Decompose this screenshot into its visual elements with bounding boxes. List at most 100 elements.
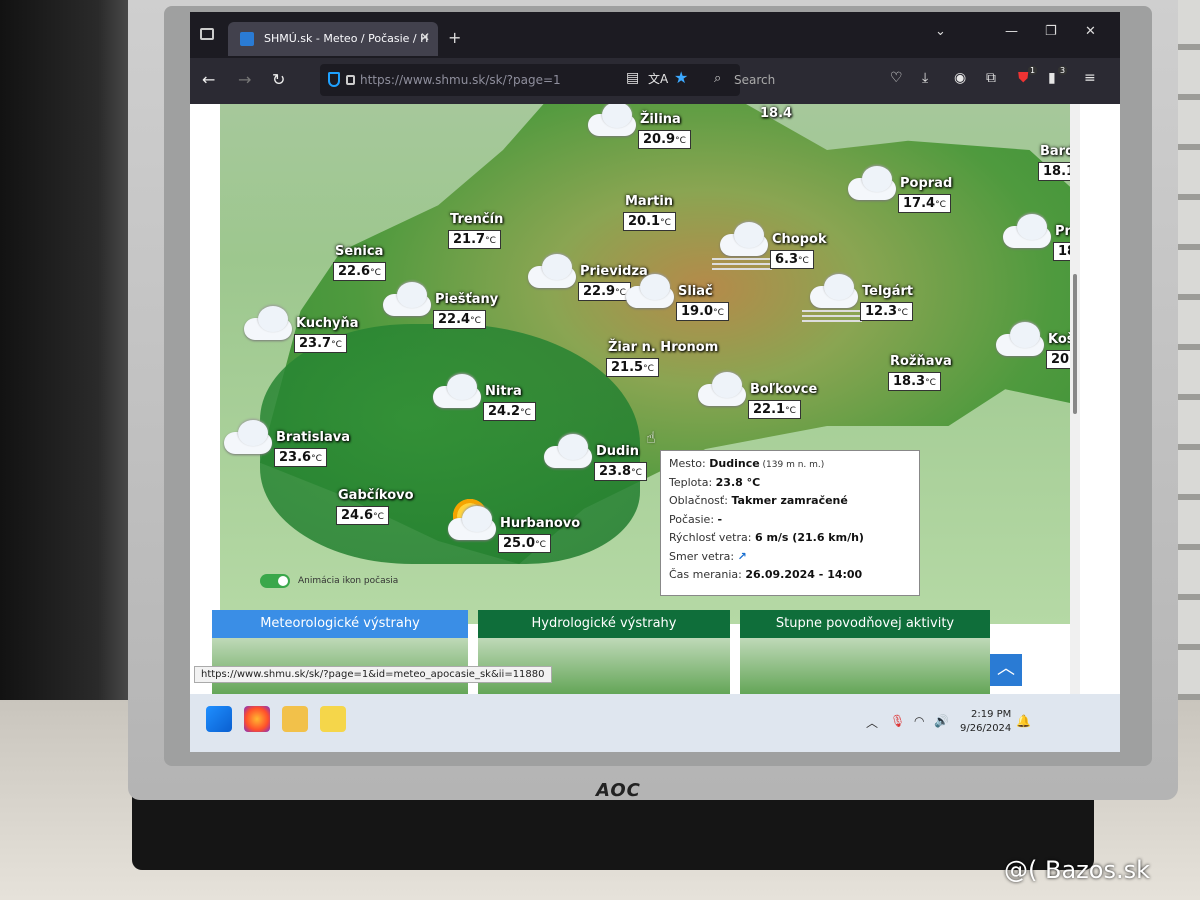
popup-rows: Mesto: Dudince (139 m n. m.) Teplota: 23.… [669, 457, 911, 587]
url-text: https://www.shmu.sk/sk/?page=1 [360, 73, 561, 87]
extensions-icon[interactable]: ⧉ [986, 70, 996, 86]
card-meteo-warnings[interactable]: Meteorologické výstrahy [212, 610, 468, 700]
link-status-bar: https://www.shmu.sk/sk/?page=1&id=meteo_… [194, 666, 552, 683]
bookmark-star-icon[interactable]: ★ [674, 68, 688, 87]
cloud-icon [804, 274, 860, 308]
forward-arrow-icon[interactable]: → [238, 70, 251, 89]
temperature-label: 12.3°C [860, 302, 913, 321]
cloud-icon [427, 374, 483, 408]
city-name: Rožňava [890, 354, 952, 369]
cloud-icon [522, 254, 578, 288]
card-flood-activity[interactable]: Stupne povodňovej aktivity [740, 610, 990, 700]
paint-icon[interactable] [320, 706, 346, 732]
back-arrow-icon[interactable]: ← [202, 70, 215, 89]
popup-row: Mesto: Dudince (139 m n. m.) [669, 457, 911, 476]
cloud-icon [220, 420, 274, 454]
cloud-icon [238, 306, 294, 340]
city-name: Piešťany [435, 292, 499, 307]
wind-direction-arrow-icon: ↗ [737, 549, 747, 563]
animation-toggle[interactable] [260, 574, 290, 588]
popup-row: Smer vetra: ↗ [669, 550, 911, 569]
temperature-label: 23.7°C [294, 334, 347, 353]
firefox-icon[interactable] [244, 706, 270, 732]
popup-row: Počasie: - [669, 513, 911, 532]
reload-icon[interactable]: ↻ [272, 70, 285, 89]
popup-label: Čas merania: [669, 568, 746, 581]
browser-tab[interactable]: SHMÚ.sk - Meteo / Počasie / H ✕ [228, 22, 438, 56]
popup-label: Oblačnosť: [669, 494, 732, 507]
card-title: Meteorologické výstrahy [212, 610, 468, 638]
windows-start-icon[interactable] [206, 706, 232, 732]
cloud-icon [620, 274, 676, 308]
animation-toggle-label: Animácia ikon počasia [298, 576, 399, 586]
city-name: Koš [1048, 332, 1070, 347]
monitor-brand-logo: AOC [596, 780, 641, 801]
screen: SHMÚ.sk - Meteo / Počasie / H ✕ + ⌄ — ❐ … [190, 12, 1120, 752]
translate-icon[interactable]: 文A [648, 70, 668, 87]
popup-row: Rýchlosť vetra: 6 m/s (21.6 km/h) [669, 531, 911, 550]
minimize-button[interactable]: — [1005, 24, 1018, 39]
city-name: Poprad [900, 176, 953, 191]
tab-list-icon[interactable] [200, 28, 214, 40]
page-content: Žilina 20.9°C Bardejo 18.1°C Martin 20.1°C Pop… [190, 104, 1120, 700]
temperature-label: 18.1°C [1038, 162, 1070, 181]
temperature-label: 20.°C [1046, 350, 1070, 369]
city-name: Telgárt [862, 284, 914, 299]
clock-date: 9/26/2024 [960, 723, 1012, 734]
clock-time: 2:19 PM [970, 709, 1012, 720]
ublock-icon[interactable]: ⛊ [1018, 70, 1029, 86]
temperature-label: 22.1°C [748, 400, 801, 419]
search-input[interactable]: ⌕ Search [710, 64, 870, 96]
close-window-button[interactable]: ✕ [1085, 24, 1096, 39]
popup-row: Teplota: 23.8 °C [669, 476, 911, 495]
city-name: Dudin [596, 444, 640, 459]
fog-icon [712, 258, 772, 270]
temperature-label: 23.8°C [594, 462, 647, 481]
volume-icon[interactable]: 🔊 [934, 714, 949, 728]
temperature-label: 20.1°C [623, 212, 676, 231]
system-clock[interactable]: 2:19 PM 9/26/2024 [960, 708, 1011, 736]
cloud-icon [582, 104, 638, 136]
new-tab-button[interactable]: + [448, 28, 461, 47]
cloud-icon [997, 214, 1053, 248]
city-name: Chopok [772, 232, 827, 247]
search-placeholder: Search [734, 73, 776, 87]
cloud-icon [990, 322, 1046, 356]
card-title: Hydrologické výstrahy [478, 610, 730, 638]
windows-taskbar: ︿ 🎙 ◠ 🔊 2:19 PM 9/26/2024 🔔 [190, 694, 1120, 752]
city-name: Žilina [640, 112, 681, 127]
popup-label: Teplota: [669, 475, 716, 489]
page-scrollbar[interactable] [1070, 104, 1080, 694]
chevron-down-icon[interactable]: ⌄ [935, 24, 946, 39]
maximize-button[interactable]: ❐ [1045, 24, 1057, 39]
card-hydro-warnings[interactable]: Hydrologické výstrahy [478, 610, 730, 700]
account-icon[interactable]: ◉ [954, 70, 966, 86]
city-name: Bratislava [276, 430, 350, 445]
file-explorer-icon[interactable] [282, 706, 308, 732]
tracking-shield-icon[interactable] [328, 72, 340, 87]
tab-title: SHMÚ.sk - Meteo / Počasie / H [264, 32, 429, 45]
scroll-to-top-button[interactable]: ︿ [990, 654, 1022, 686]
lock-icon[interactable] [346, 75, 355, 85]
weather-map[interactable]: Žilina 20.9°C Bardejo 18.1°C Martin 20.1°C Pop… [220, 104, 1070, 624]
chevron-up-icon[interactable]: ︿ [866, 714, 878, 731]
temperature-label: 22.4°C [433, 310, 486, 329]
city-name: Sliač [678, 284, 713, 299]
wifi-icon[interactable]: ◠ [914, 714, 924, 728]
city-name: Bardejo [1040, 144, 1070, 159]
cloud-icon [377, 282, 433, 316]
menu-icon[interactable]: ≡ [1084, 70, 1096, 86]
card-title: Stupne povodňovej aktivity [740, 610, 990, 638]
city-name: Gabčíkovo [338, 488, 414, 503]
notification-bell-icon[interactable]: 🔔 [1016, 714, 1031, 728]
microphone-icon[interactable]: 🎙 [890, 714, 905, 728]
extension-badge: 3 [1058, 66, 1068, 75]
popup-value: - [717, 512, 723, 526]
temperature-label: 21.5°C [606, 358, 659, 377]
city-name: Hurbanovo [500, 516, 581, 531]
extension-icon[interactable]: ▮ [1048, 70, 1056, 86]
pocket-icon[interactable]: ♡ [890, 70, 903, 86]
close-icon[interactable]: ✕ [420, 30, 430, 44]
downloads-icon[interactable]: ⤓ [922, 70, 928, 86]
reader-view-icon[interactable]: ▤ [626, 70, 639, 86]
